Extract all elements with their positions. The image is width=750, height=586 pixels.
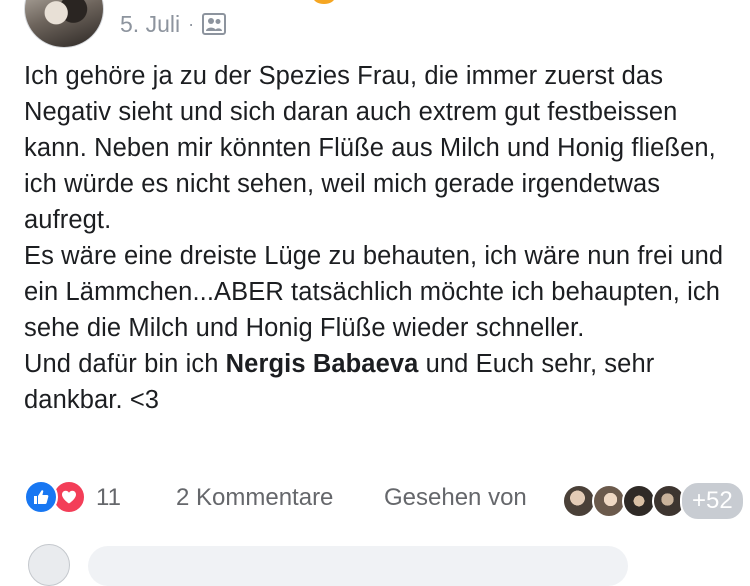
seen-by-avatars[interactable]: +52 (562, 481, 745, 521)
mention-link[interactable]: Nergis Babaeva (226, 350, 419, 378)
reaction-count[interactable]: 11 (96, 484, 121, 512)
comment-input[interactable] (88, 546, 628, 586)
post-paragraph: Ich gehöre ja zu der Spezies Frau, die i… (24, 62, 716, 234)
reactions-summary[interactable] (24, 480, 86, 514)
more-viewers-badge[interactable]: +52 (680, 481, 745, 521)
current-user-avatar (28, 544, 70, 586)
seen-by-label[interactable]: Gesehen von (384, 484, 527, 512)
post-date[interactable]: 5. Juli (120, 11, 180, 38)
post-paragraph: Und dafür bin ich Nergis Babaeva und Euc… (24, 346, 736, 418)
viewer-avatar (592, 484, 626, 518)
viewer-avatar (622, 484, 656, 518)
viewer-avatar (562, 484, 596, 518)
post-meta: 5. Juli · (120, 8, 227, 40)
post-stats: 11 2 Kommentare Gesehen von +52 (24, 478, 745, 521)
author-avatar[interactable] (24, 0, 104, 48)
friends-group-icon[interactable] (202, 13, 227, 35)
post-body: Ich gehöre ja zu der Spezies Frau, die i… (24, 58, 736, 418)
comments-count-link[interactable]: 2 Kommentare (176, 484, 333, 512)
post-paragraph: Es wäre eine dreiste Lüge zu behauten, i… (24, 242, 724, 342)
like-icon (24, 480, 58, 514)
status-badge (313, 0, 335, 4)
text-run: Und dafür bin ich (24, 350, 226, 378)
meta-separator: · (188, 14, 195, 34)
